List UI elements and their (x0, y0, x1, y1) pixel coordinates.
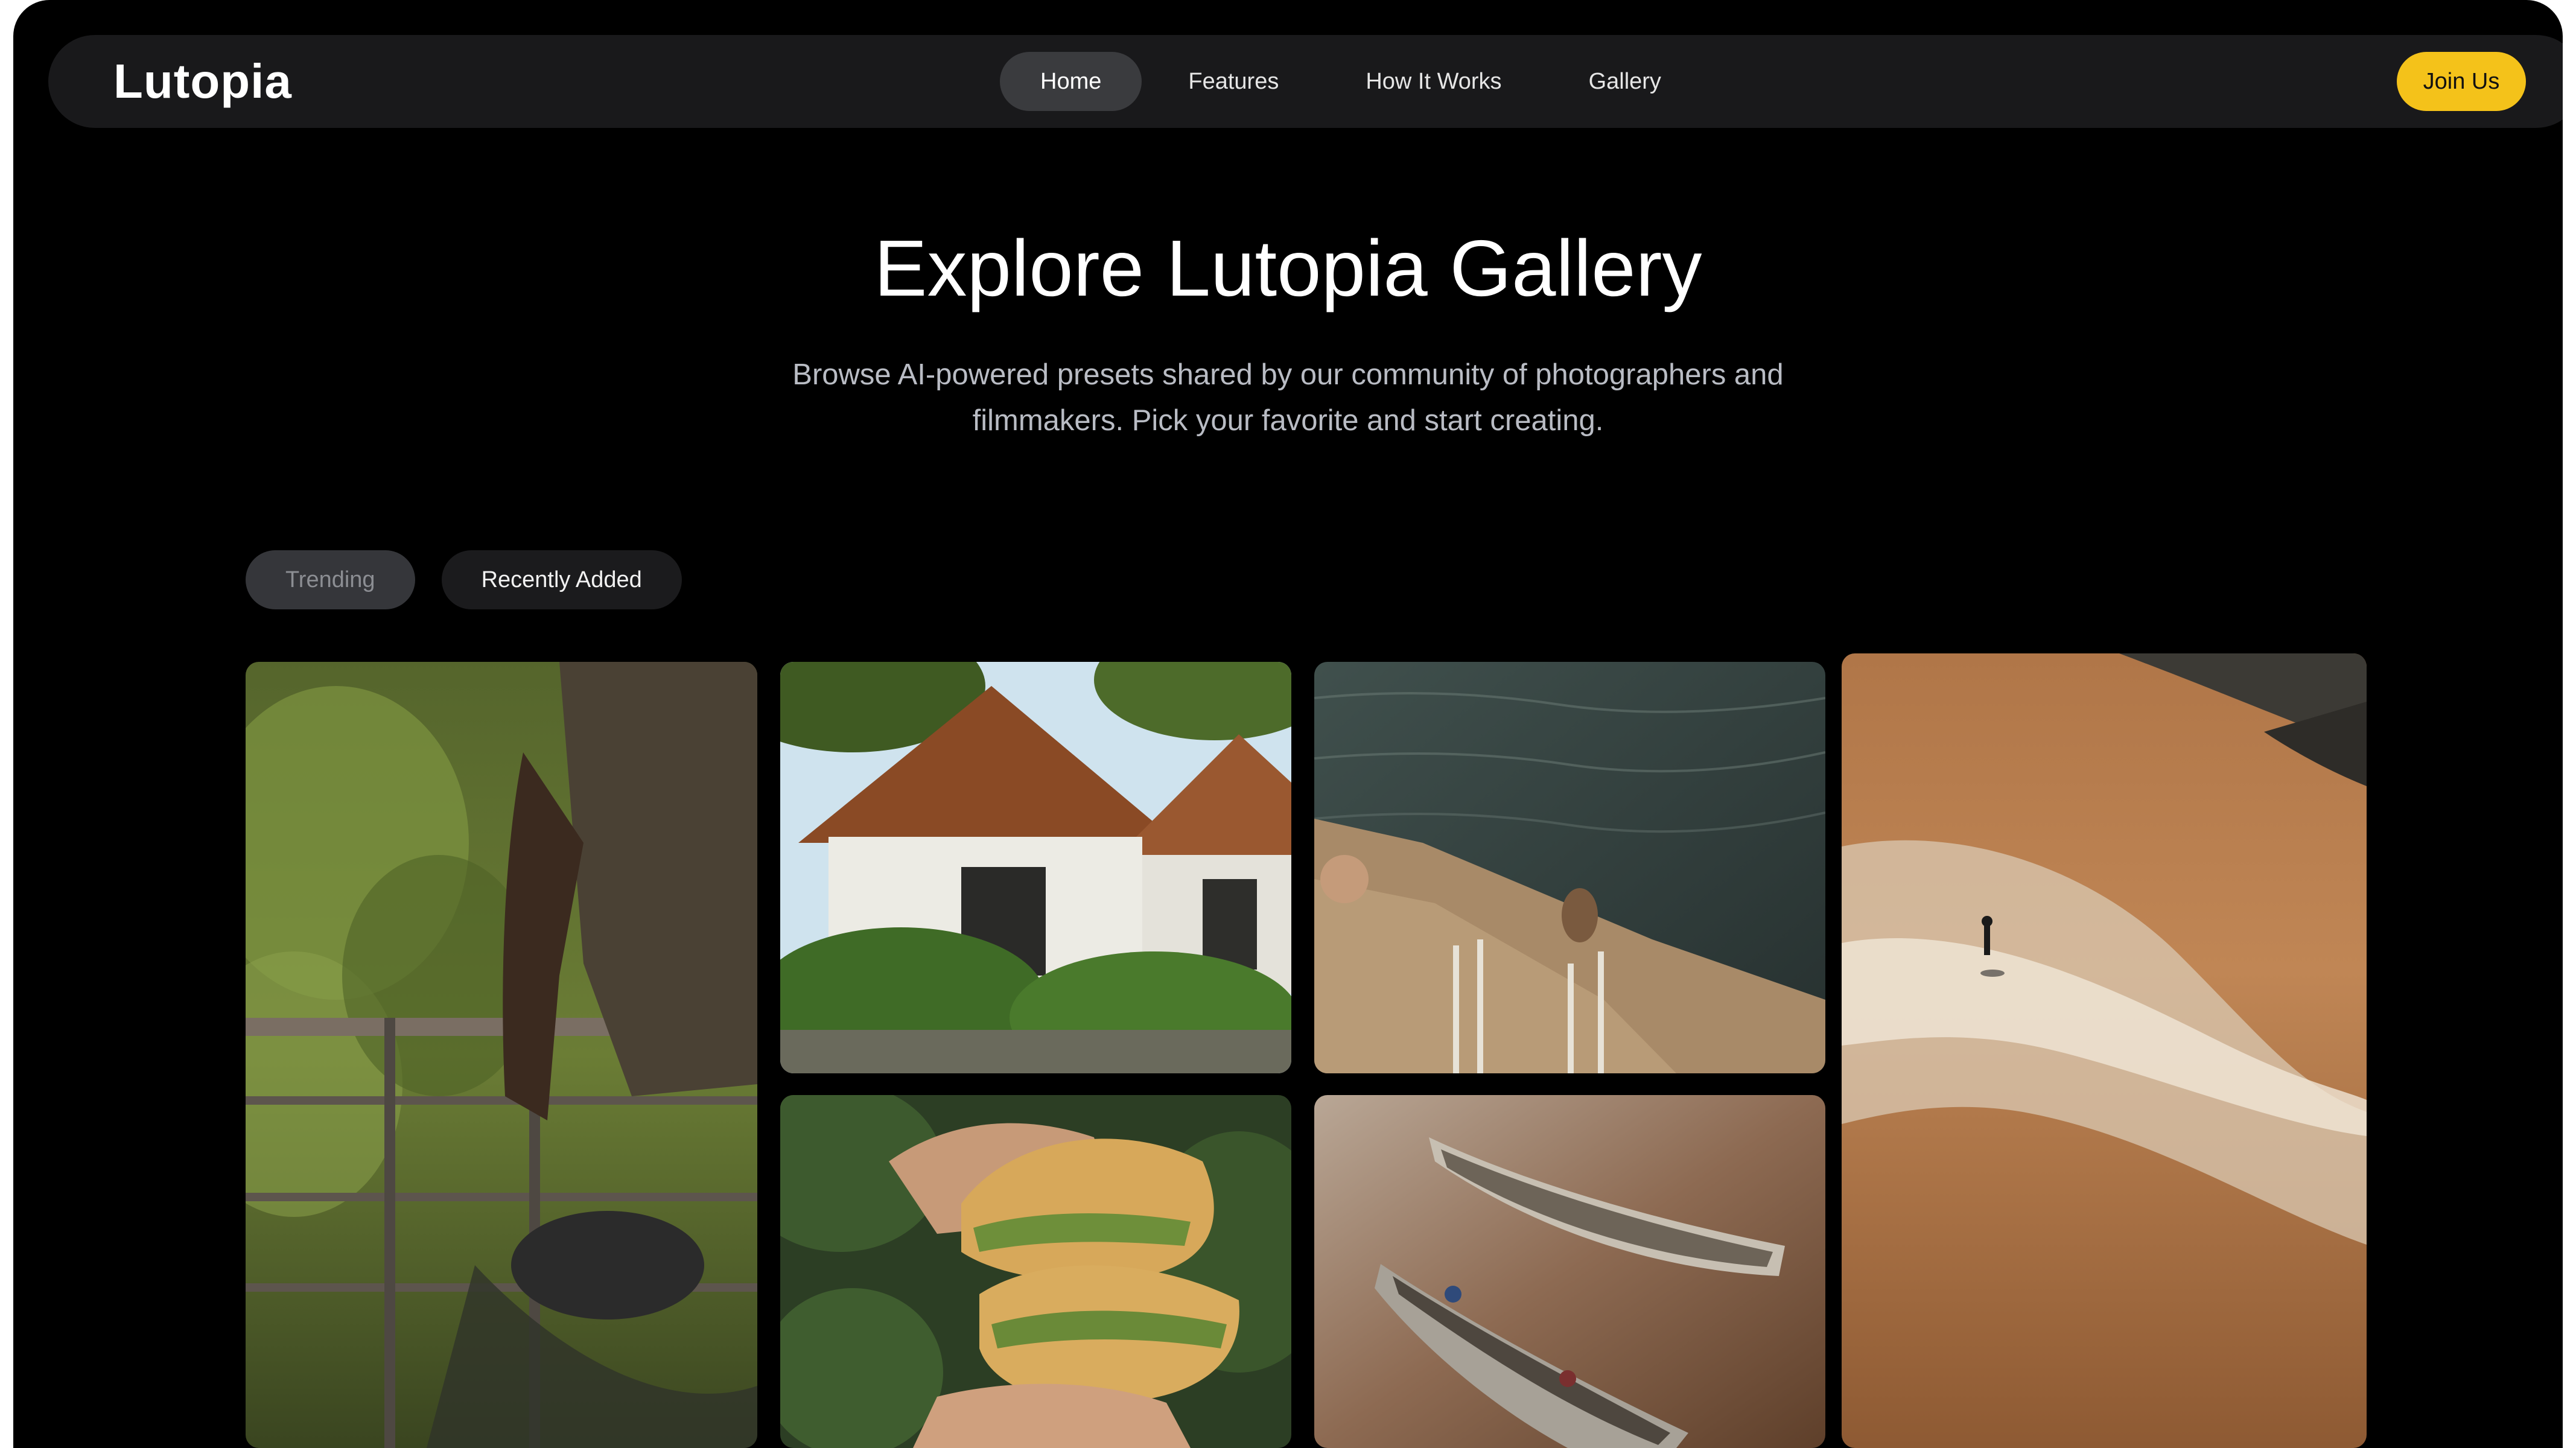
boats-photo (1314, 1095, 1825, 1448)
app-window: Lutopia Home Features How It Works Galle… (13, 0, 2563, 1448)
nav-links: Home Features How It Works Gallery (1000, 52, 1708, 111)
bungalow-photo (780, 662, 1291, 1073)
filter-trending[interactable]: Trending (246, 550, 415, 609)
pier-photo (1314, 662, 1825, 1073)
page-title: Explore Lutopia Gallery (874, 224, 1702, 313)
join-us-button[interactable]: Join Us (2397, 52, 2526, 111)
gallery-image-sandwich[interactable] (780, 1095, 1291, 1448)
beach-photo (1842, 653, 2367, 1448)
sandwich-photo (780, 1095, 1291, 1448)
gallery-image-pier[interactable] (1314, 662, 1825, 1073)
page-subtitle: Browse AI-powered presets shared by our … (792, 358, 1784, 437)
top-navbar: Lutopia Home Features How It Works Galle… (48, 35, 2563, 128)
logo[interactable]: Lutopia (113, 53, 292, 110)
filter-recently-added[interactable]: Recently Added (441, 550, 682, 609)
filter-tabs: Trending Recently Added (246, 550, 708, 609)
cyclist-photo (246, 662, 757, 1448)
nav-item-home[interactable]: Home (1000, 52, 1142, 111)
nav-item-how-it-works[interactable]: How It Works (1325, 52, 1542, 111)
gallery-image-boats[interactable] (1314, 1095, 1825, 1448)
gallery-image-bungalow[interactable] (780, 662, 1291, 1073)
gallery-image-cyclist[interactable] (246, 662, 757, 1448)
nav-item-features[interactable]: Features (1148, 52, 1319, 111)
gallery-image-beach[interactable] (1842, 653, 2367, 1448)
nav-item-gallery[interactable]: Gallery (1548, 52, 1702, 111)
